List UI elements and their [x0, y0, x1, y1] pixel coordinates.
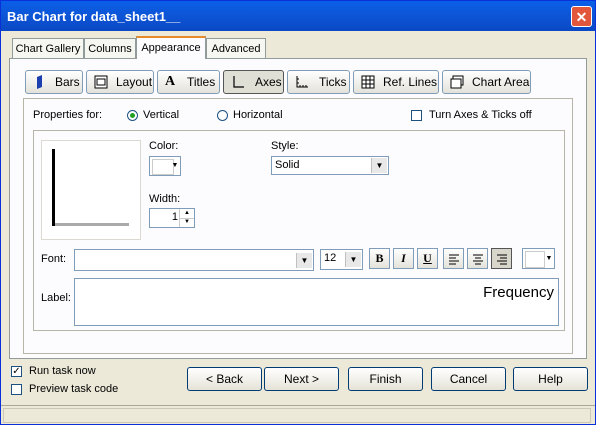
finish-button[interactable]: Finish [348, 367, 423, 391]
width-value: 1 [171, 211, 178, 223]
window-title: Bar Chart for data_sheet1__ [7, 9, 181, 24]
back-button[interactable]: < Back [187, 367, 262, 391]
ticks-button[interactable]: Ticks [287, 70, 350, 94]
horizontal-label[interactable]: Horizontal [233, 109, 283, 121]
label-field-label: Label: [41, 292, 71, 304]
font-label: Font: [41, 253, 67, 265]
horizontal-axis-line [55, 223, 129, 226]
underline-button[interactable]: U [417, 248, 438, 269]
vertical-label[interactable]: Vertical [143, 109, 179, 121]
titles-icon: A [165, 74, 176, 89]
chart-area-icon [450, 75, 464, 89]
tab-columns[interactable]: Columns [84, 38, 136, 58]
axes-label: Axes [255, 75, 282, 89]
color-label: Color: [149, 140, 179, 152]
preview-label[interactable]: Preview task code [29, 383, 118, 395]
style-select[interactable]: Solid ▼ [271, 156, 389, 175]
align-left-button[interactable] [443, 248, 464, 269]
bold-button[interactable]: B [369, 248, 390, 269]
width-label: Width: [149, 193, 181, 205]
label-value: Frequency [483, 284, 554, 301]
align-center-icon [472, 254, 483, 265]
tab-advanced[interactable]: Advanced [206, 38, 266, 58]
chevron-down-icon: ▼ [171, 162, 179, 169]
turn-off-checkbox[interactable] [411, 110, 422, 121]
chevron-down-icon: ▼ [345, 252, 361, 267]
ticks-label: Ticks [319, 75, 347, 89]
vertical-radio[interactable] [127, 110, 138, 121]
preview-checkbox[interactable] [11, 384, 22, 395]
status-bar [1, 405, 595, 425]
italic-button[interactable]: I [393, 248, 414, 269]
properties-for-label: Properties for: [33, 109, 103, 121]
bars-icon [37, 75, 42, 89]
ref-lines-button[interactable]: Ref. Lines [353, 70, 439, 94]
run-task-label[interactable]: Run task now [29, 365, 96, 377]
font-size-value: 12 [324, 252, 337, 264]
chevron-down-icon: ▼ [371, 158, 387, 173]
chart-area-label: Chart Area [472, 75, 530, 89]
close-icon[interactable]: ✕ [571, 6, 592, 27]
layout-button[interactable]: Layout [86, 70, 154, 94]
cancel-button[interactable]: Cancel [431, 367, 506, 391]
align-right-icon [496, 254, 507, 265]
font-color-swatch [525, 251, 545, 268]
style-value: Solid [275, 159, 300, 171]
title-bar[interactable]: Bar Chart for data_sheet1__ ✕ [1, 1, 595, 31]
axes-icon [233, 76, 244, 88]
width-stepper[interactable]: 1 ▲ ▼ [149, 208, 195, 228]
titles-button[interactable]: A Titles [157, 70, 220, 94]
next-button[interactable]: Next > [264, 367, 339, 391]
help-button[interactable]: Help [513, 367, 588, 391]
horizontal-radio[interactable] [217, 110, 228, 121]
dialog-window: Bar Chart for data_sheet1__ ✕ Chart Gall… [0, 0, 596, 425]
bars-label: Bars [55, 75, 80, 89]
font-select[interactable]: ▼ [74, 249, 314, 271]
layout-label: Layout [116, 75, 153, 89]
layout-icon [94, 75, 108, 89]
chevron-down-icon: ▼ [545, 255, 553, 262]
color-picker[interactable]: ▼ [149, 156, 181, 176]
bars-button[interactable]: Bars [25, 70, 83, 94]
tab-chart-gallery[interactable]: Chart Gallery [12, 38, 84, 58]
font-size-select[interactable]: 12 ▼ [320, 249, 363, 270]
align-right-button[interactable] [491, 248, 512, 269]
style-label: Style: [271, 140, 299, 152]
vertical-axis-line [52, 149, 55, 226]
status-segment [3, 408, 591, 423]
ref-lines-label: Ref. Lines [383, 75, 438, 89]
axis-preview [41, 140, 141, 240]
align-center-button[interactable] [467, 248, 488, 269]
label-textarea[interactable]: Frequency [74, 278, 559, 326]
align-left-icon [448, 254, 459, 265]
spin-down-icon[interactable]: ▼ [179, 218, 194, 227]
axes-button[interactable]: Axes [223, 70, 284, 94]
turn-off-label[interactable]: Turn Axes & Ticks off [429, 109, 532, 121]
chart-area-button[interactable]: Chart Area [442, 70, 531, 94]
run-task-checkbox[interactable]: ✓ [11, 366, 22, 377]
ref-lines-icon [361, 75, 375, 89]
font-color-picker[interactable]: ▼ [522, 248, 555, 269]
chevron-down-icon: ▼ [296, 253, 312, 268]
titles-label: Titles [187, 75, 216, 89]
tab-appearance[interactable]: Appearance [136, 36, 206, 59]
ticks-icon [296, 76, 308, 88]
